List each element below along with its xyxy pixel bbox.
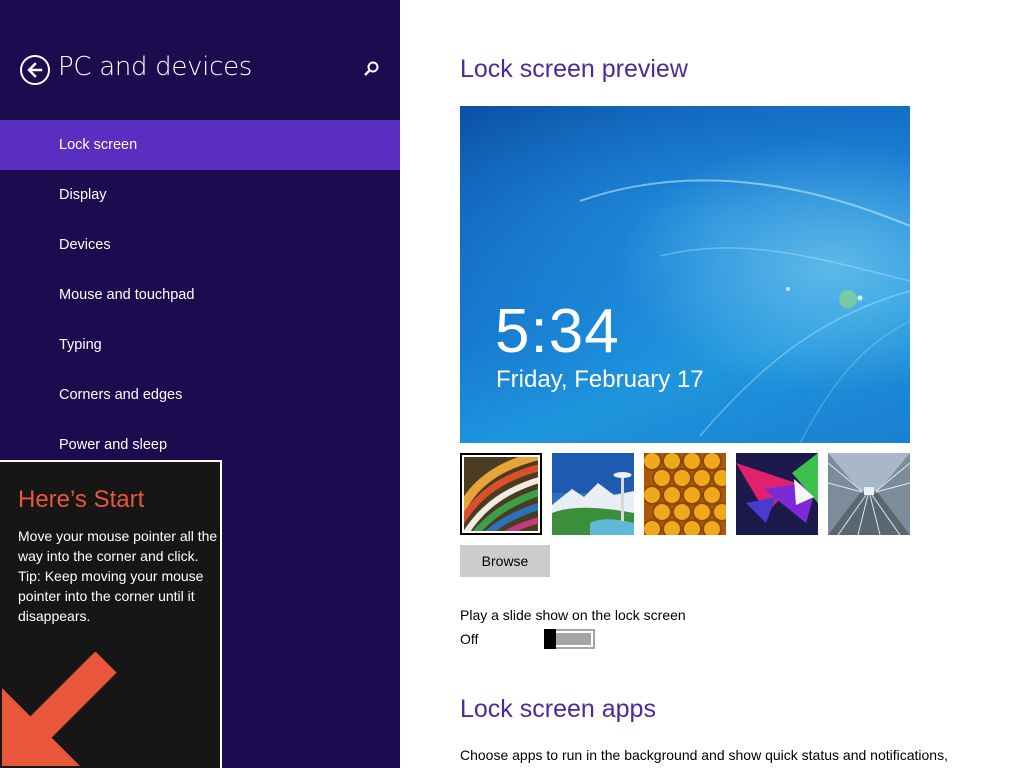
start-tip-hint: Tip: Keep moving your mouse pointer into… — [18, 568, 204, 624]
start-tip-title: Here’s Start — [18, 486, 145, 513]
slideshow-label: Play a slide show on the lock screen — [460, 607, 686, 623]
search-button[interactable] — [362, 60, 382, 80]
thumbnail-honeycomb[interactable] — [644, 453, 726, 535]
nav-item-corners-and-edges[interactable]: Corners and edges — [0, 370, 400, 420]
nav-item-display[interactable]: Display — [0, 170, 400, 220]
pane-header: PC and devices — [0, 0, 400, 120]
arrow-down-left-icon — [2, 652, 117, 766]
back-button[interactable] — [20, 55, 50, 85]
thumbnail-train-station[interactable] — [828, 453, 910, 535]
wallpaper-thumbnails — [460, 453, 912, 535]
thumbnail-space-needle[interactable] — [552, 453, 634, 535]
nav-item-devices[interactable]: Devices — [0, 220, 400, 270]
thumbnail-abstract-shapes[interactable] — [736, 453, 818, 535]
lock-screen-apps-description: Choose apps to run in the background and… — [460, 747, 948, 763]
lock-screen-preview: 5:34 Friday, February 17 — [460, 106, 910, 443]
start-tip-body: Move your mouse pointer all the way into… — [18, 526, 218, 626]
back-arrow-icon — [27, 62, 43, 78]
lock-screen-settings: Lock screen preview 5:34 Friday, Februar… — [400, 0, 1024, 768]
start-tip-text: Move your mouse pointer all the way into… — [18, 528, 218, 564]
slideshow-toggle[interactable] — [544, 629, 595, 649]
search-icon — [364, 61, 379, 76]
pane-title: PC and devices — [58, 52, 253, 82]
nav-item-mouse-and-touchpad[interactable]: Mouse and touchpad — [0, 270, 400, 320]
nav-item-typing[interactable]: Typing — [0, 320, 400, 370]
browse-button[interactable]: Browse — [460, 545, 550, 577]
nav-list: Lock screen Display Devices Mouse and to… — [0, 120, 400, 470]
lock-screen-apps-heading: Lock screen apps — [460, 695, 656, 723]
preview-heading: Lock screen preview — [460, 55, 688, 83]
slideshow-toggle-state: Off — [460, 631, 479, 647]
start-tip-flyout[interactable]: Here’s Start Move your mouse pointer all… — [0, 460, 222, 768]
preview-clock: 5:34 — [495, 297, 620, 366]
nav-item-lock-screen[interactable]: Lock screen — [0, 120, 400, 170]
thumbnail-ribbons[interactable] — [460, 453, 542, 535]
toggle-knob[interactable] — [544, 629, 556, 649]
preview-date: Friday, February 17 — [496, 366, 704, 393]
